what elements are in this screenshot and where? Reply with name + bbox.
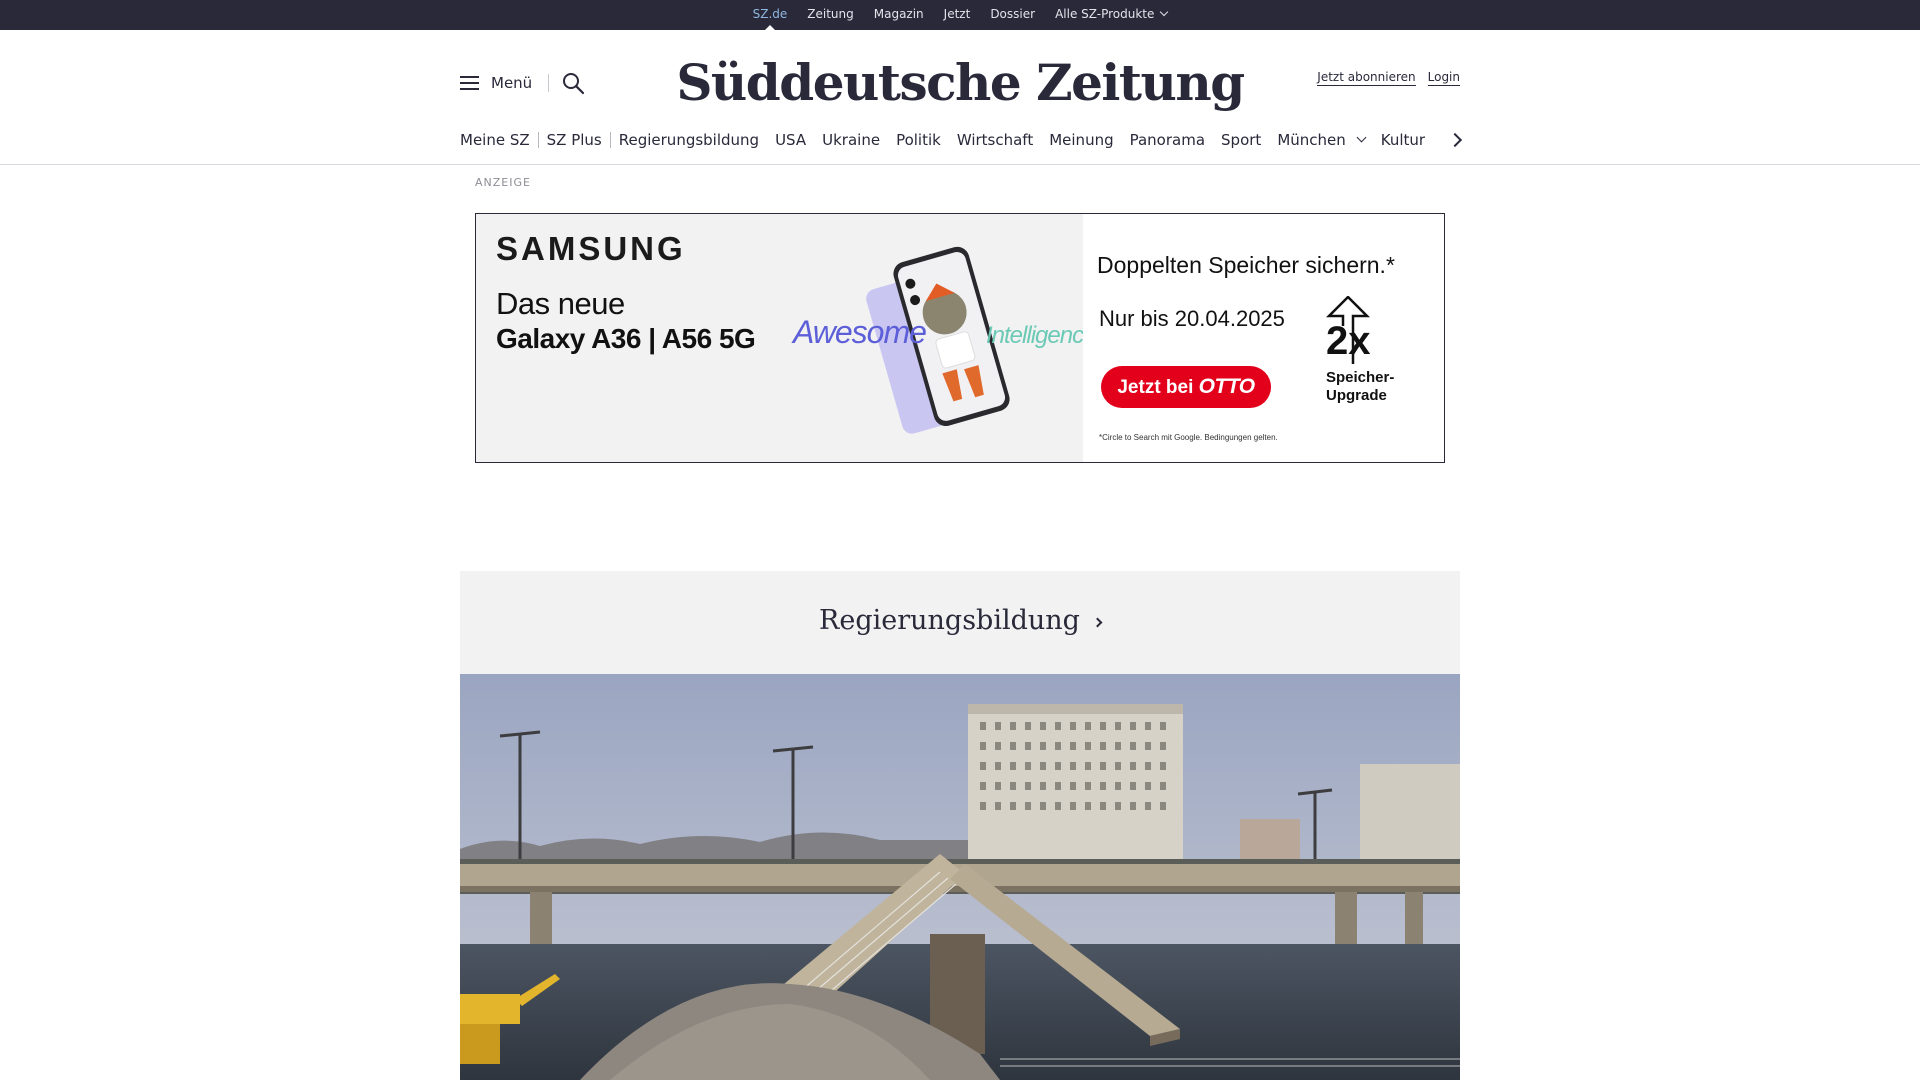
all-products-label: Alle SZ-Produkte — [1055, 7, 1155, 21]
nav-item-meine-sz[interactable]: Meine SZ — [460, 131, 538, 149]
otto-logo: OTTO — [1198, 375, 1255, 398]
site-logo[interactable]: Süddeutsche Zeitung — [660, 48, 1260, 118]
nav-scroll-right-button[interactable] — [1448, 131, 1466, 149]
nav-item-sz-plus[interactable]: SZ Plus — [539, 131, 610, 149]
product-link-zeitung[interactable]: Zeitung — [797, 0, 863, 30]
product-link-sz-de[interactable]: SZ.de — [743, 0, 798, 31]
nav-item-wirtschaft[interactable]: Wirtschaft — [949, 131, 1041, 149]
collapsed-bridge-photo — [460, 674, 1460, 1080]
nav-item-usa[interactable]: USA — [767, 131, 814, 149]
chevron-down-icon — [1160, 7, 1169, 17]
samsung-logo: SAMSUNG — [496, 230, 686, 267]
topic-teaser: Regierungsbildung — [460, 571, 1460, 1080]
teaser-heading-link[interactable]: Regierungsbildung — [460, 605, 1460, 636]
ad-headline-line2: Galaxy A36 | A56 5G — [496, 323, 756, 354]
menu-button[interactable]: Menü — [460, 71, 532, 95]
otto-cta-prefix: Jetzt bei — [1117, 377, 1199, 398]
upgrade-label: Speicher-Upgrade — [1326, 369, 1395, 404]
divider — [548, 74, 549, 92]
ad-date: Nur bis 20.04.2025 — [1099, 306, 1285, 331]
ad-headline-line1: Das neue — [496, 286, 625, 321]
subscribe-link[interactable]: Jetzt abonnieren — [1317, 70, 1416, 86]
product-link-dossier[interactable]: Dossier — [980, 0, 1045, 30]
login-link[interactable]: Login — [1427, 70, 1460, 86]
ad-left-panel: SAMSUNG Das neue Galaxy A36 | A56 5G Awe… — [476, 214, 1096, 462]
product-link-magazin[interactable]: Magazin — [864, 0, 934, 30]
nav-item-sport[interactable]: Sport — [1213, 131, 1269, 149]
product-nav: SZ.de Zeitung Magazin Jetzt Dossier Alle… — [0, 0, 1920, 31]
menu-label: Menü — [491, 74, 533, 92]
section-nav: Meine SZ SZ Plus Regierungsbildung USA U… — [460, 128, 1460, 152]
nav-item-meinung[interactable]: Meinung — [1041, 131, 1121, 149]
all-products-dropdown[interactable]: Alle SZ-Produkte — [1045, 0, 1177, 30]
search-button[interactable] — [561, 71, 585, 95]
ad-fine-print: *Circle to Search mit Google. Bedingunge… — [1099, 433, 1278, 442]
nav-item-muenchen-label: München — [1277, 131, 1346, 149]
teaser-heading: Regierungsbildung — [819, 605, 1080, 636]
ad-banner[interactable]: SAMSUNG Das neue Galaxy A36 | A56 5G Awe… — [475, 213, 1445, 463]
nav-item-kultur[interactable]: Kultur — [1373, 131, 1433, 149]
masthead: Menü Süddeutsche Zeitung Jetzt abonniere… — [0, 30, 1920, 165]
teaser-image[interactable] — [460, 674, 1460, 1080]
account-links: Jetzt abonnieren Login — [1317, 70, 1460, 86]
nav-item-politik[interactable]: Politik — [888, 131, 949, 149]
chevron-right-icon — [1092, 617, 1103, 628]
nav-item-panorama[interactable]: Panorama — [1122, 131, 1213, 149]
hamburger-icon — [460, 76, 479, 90]
ad-right-panel: Doppelten Speicher sichern.* Nur bis 20.… — [1083, 214, 1444, 462]
nav-item-regierungsbildung[interactable]: Regierungsbildung — [611, 131, 767, 149]
upgrade-value: 2x — [1326, 319, 1371, 363]
chevron-down-icon — [1356, 132, 1367, 142]
nav-item-muenchen[interactable]: München — [1269, 131, 1372, 149]
intelligence-text: Intelligence — [986, 322, 1096, 349]
product-link-jetzt[interactable]: Jetzt — [934, 0, 981, 30]
otto-cta-button[interactable]: Jetzt bei OTTO — [1101, 366, 1271, 408]
ad-claim: Doppelten Speicher sichern.* — [1097, 252, 1395, 278]
search-icon — [563, 73, 585, 95]
nav-item-ukraine[interactable]: Ukraine — [814, 131, 888, 149]
ad-label: ANZEIGE — [475, 176, 531, 189]
product-bar: SZ.de Zeitung Magazin Jetzt Dossier Alle… — [0, 0, 1920, 31]
awesome-text: Awesome — [793, 314, 927, 350]
